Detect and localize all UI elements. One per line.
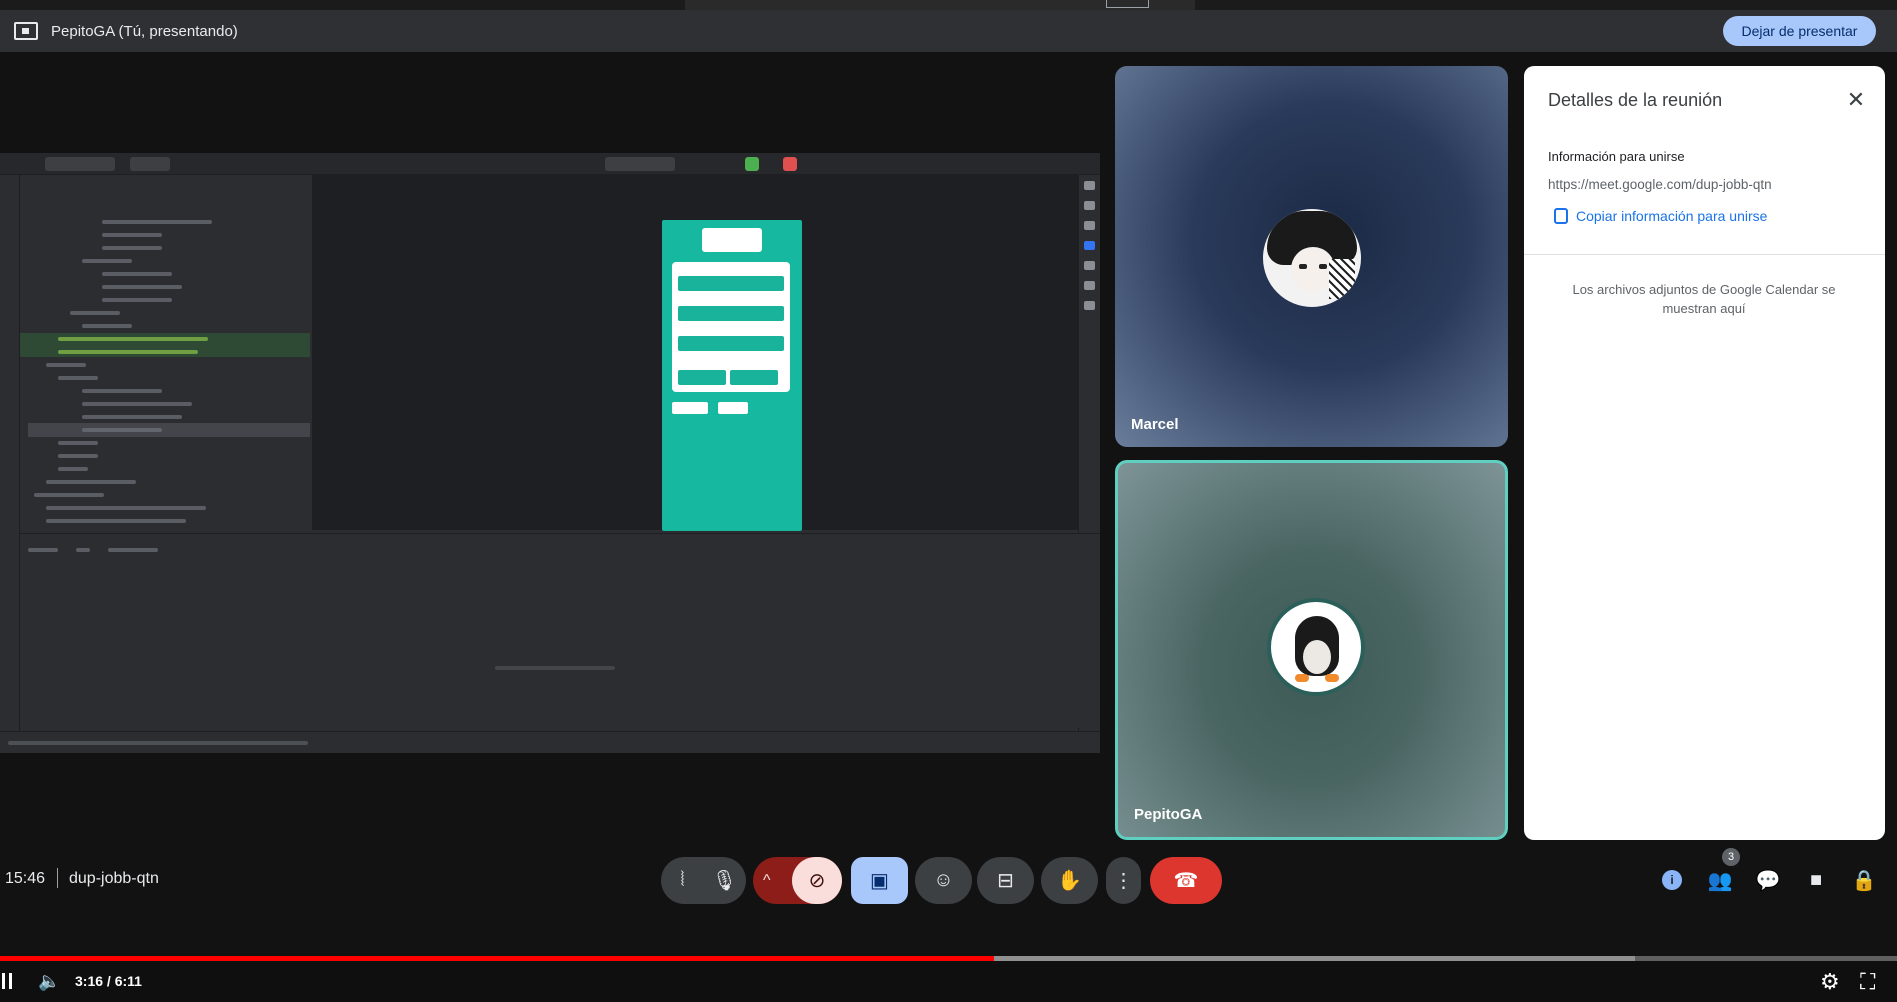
player-time: 3:16 / 6:11 [75,973,142,989]
phone-preview [662,220,802,531]
ide-left-rail [0,175,20,731]
chat-icon: 💬 [1755,869,1781,892]
participant-name: PepitoGA [1134,806,1203,823]
video-controls: ^ ⊘ [753,857,842,904]
ide-project-tree [20,175,310,530]
ide-project-chip [45,157,115,171]
present-screen-icon [14,22,38,40]
presenting-title: PepitoGA (Tú, presentando) [51,23,238,40]
activities-icon: ■ [1809,868,1823,891]
ide-status-bar [0,731,1100,753]
ide-run-icon [745,157,759,171]
meeting-details-panel: Detalles de la reunión ✕ Información par… [1524,66,1885,840]
panel-title: Detalles de la reunión [1548,90,1723,110]
ide-bottom-panel [20,533,1100,728]
captions-icon: ⊟ [997,870,1014,892]
present-screen-icon: ▣ [870,870,889,892]
leave-call-button[interactable]: ☎ [1150,857,1222,904]
activities-button[interactable]: ■ [1801,865,1831,895]
lock-icon: 🔒 [1851,869,1877,892]
browser-strip [0,0,1897,10]
browser-tab-marker [1106,0,1149,8]
preview-button [672,402,708,414]
participant-tile-pepitoga[interactable]: PepitoGA [1115,460,1508,840]
ide-toolbar [0,153,1100,175]
player-controls: 🔈 3:16 / 6:11 ⚙ ⛶ [0,961,1897,1002]
pause-icon[interactable] [2,973,14,991]
info-icon: i [1662,870,1682,890]
raise-hand-button[interactable]: ✋ [1041,857,1098,904]
gear-icon[interactable]: ⚙ [1820,969,1840,995]
shared-screen [0,153,1100,753]
preview-button [718,402,748,414]
hang-up-icon: ☎ [1173,870,1199,892]
ide-branch-chip [130,157,170,171]
volume-icon[interactable]: 🔈 [38,971,60,992]
participant-tile-marcel[interactable]: Marcel [1115,66,1508,447]
stop-presenting-button[interactable]: Dejar de presentar [1723,16,1876,46]
preview-header [702,228,762,252]
ide-stop-icon [783,157,797,171]
meeting-details-button[interactable]: i [1657,865,1687,895]
copy-join-info-button[interactable]: Copiar información para unirse [1554,208,1767,224]
camera-off-icon[interactable]: ⊘ [792,857,842,904]
people-button[interactable]: 👥 [1705,865,1735,895]
audio-controls: ⦚ 🎙 [661,857,746,904]
meeting-link[interactable]: https://meet.google.com/dup-jobb-qtn [1548,177,1772,192]
meet-window: PepitoGA (Tú, presentando) Dejar de pres… [0,0,1897,1002]
avatar [1267,598,1365,696]
attachments-note: Los archivos adjuntos de Google Calendar… [1572,282,1836,316]
presenting-bar: PepitoGA (Tú, presentando) [0,10,1897,52]
present-screen-button[interactable]: ▣ [851,857,908,904]
avatar [1263,209,1361,307]
more-vert-icon: ⋮ [1113,870,1134,892]
preview-form-card [672,262,790,392]
chevron-up-icon[interactable]: ^ [763,872,771,890]
participant-count-badge: 3 [1722,848,1740,866]
divider [1524,254,1885,255]
chat-button[interactable]: 💬 [1753,865,1783,895]
copy-icon [1554,208,1568,224]
ide-device-chip [605,157,675,171]
close-icon[interactable]: ✕ [1842,86,1870,114]
host-controls-button[interactable]: 🔒 [1849,865,1879,895]
join-info-heading: Información para unirse [1548,149,1685,164]
participant-name: Marcel [1131,416,1179,433]
emoji-icon: ☺ [933,869,954,891]
exit-fullscreen-icon[interactable]: ⛶ [1860,969,1875,995]
copy-join-info-label: Copiar información para unirse [1576,208,1768,224]
audio-settings-caret-icon[interactable]: ⦚ [662,869,704,892]
captions-button[interactable]: ⊟ [977,857,1034,904]
more-options-button[interactable]: ⋮ [1106,857,1141,904]
emoji-button[interactable]: ☺ [915,857,972,904]
raise-hand-icon: ✋ [1057,870,1082,892]
meeting-code: dup-jobb-qtn [69,870,159,887]
divider [57,868,58,888]
meeting-clock: 15:46 [5,870,46,887]
microphone-icon[interactable]: 🎙 [704,868,746,893]
people-icon: 👥 [1707,869,1733,892]
